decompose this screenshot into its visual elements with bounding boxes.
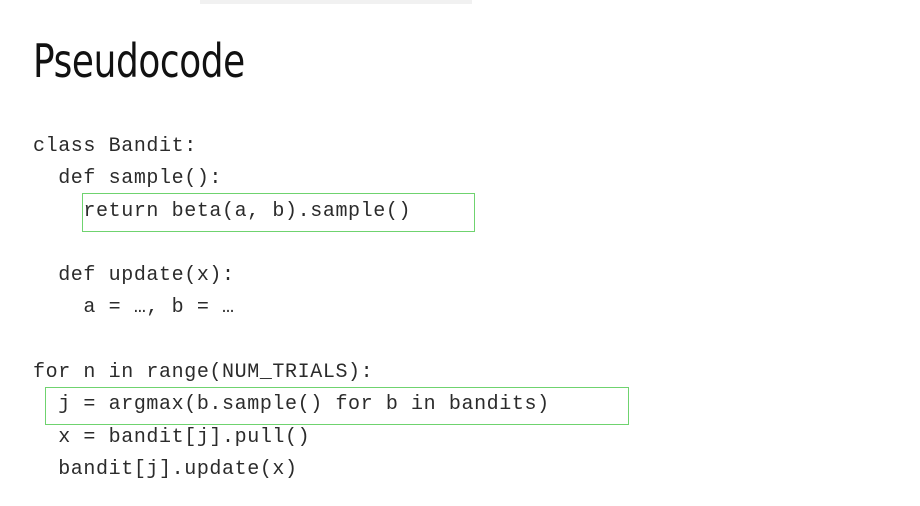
code-line-class-bandit: class Bandit: (33, 135, 197, 158)
code-line-update-call: bandit[j].update(x) (33, 458, 298, 481)
highlight-box-argmax (45, 387, 629, 425)
slide-title: Pseudocode (33, 34, 245, 88)
code-line-update-params: a = …, b = … (33, 296, 235, 319)
code-line-pull: x = bandit[j].pull() (33, 426, 311, 449)
code-line-for-loop: for n in range(NUM_TRIALS): (33, 361, 374, 384)
code-line-def-update: def update(x): (33, 264, 235, 287)
code-line-def-sample: def sample(): (33, 167, 223, 190)
top-edge-strip (200, 0, 472, 4)
highlight-box-sample (82, 193, 475, 232)
